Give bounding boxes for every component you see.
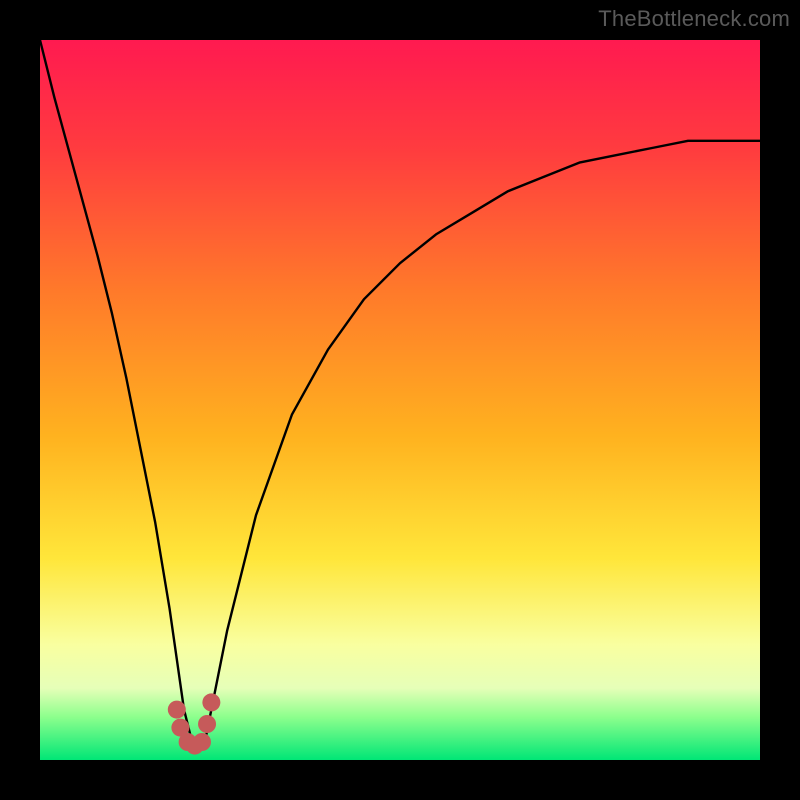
- marker-valley-left-upper: [168, 701, 186, 719]
- chart-svg: [40, 40, 760, 760]
- valley-markers: [168, 693, 221, 754]
- marker-valley-right-lower: [198, 715, 216, 733]
- outer-frame: TheBottleneck.com: [0, 0, 800, 800]
- bottleneck-curve-path: [40, 40, 760, 746]
- marker-valley-right-upper: [202, 693, 220, 711]
- watermark-text: TheBottleneck.com: [598, 6, 790, 32]
- marker-valley-bottom-right: [193, 733, 211, 751]
- plot-area: [40, 40, 760, 760]
